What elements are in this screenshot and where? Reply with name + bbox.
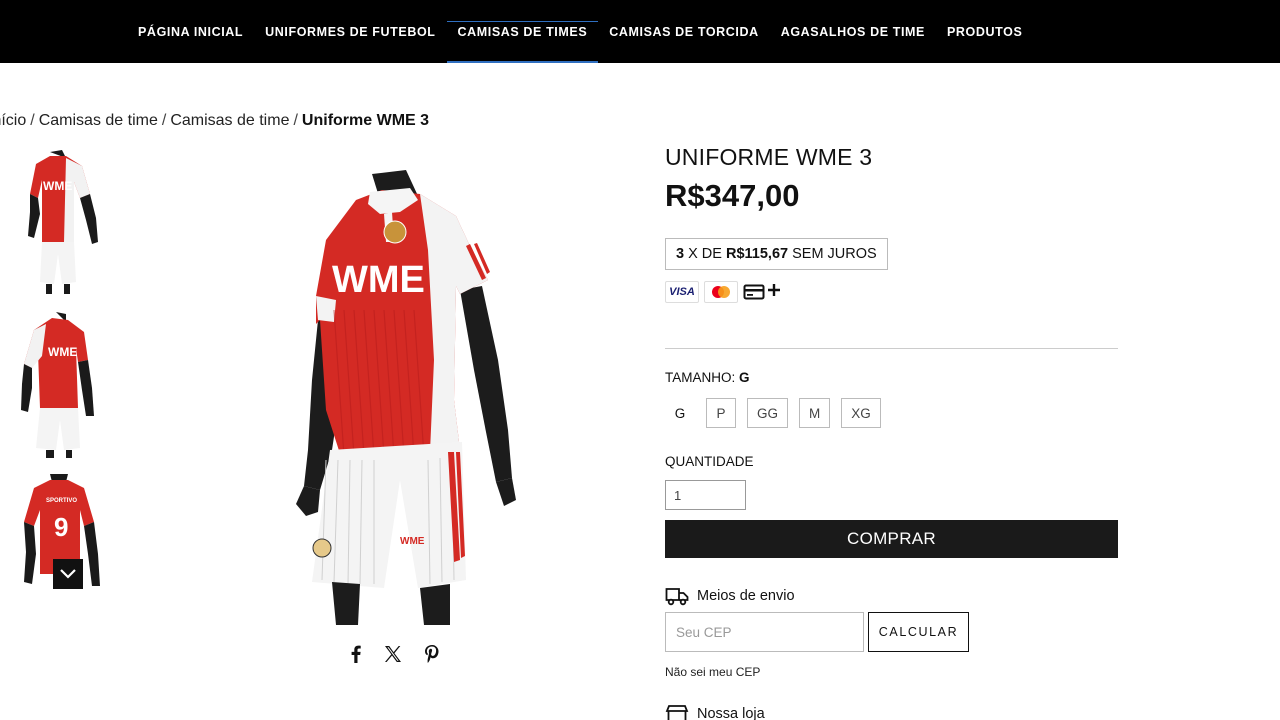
breadcrumb-subcategory-link[interactable]: Camisas de time [170, 112, 289, 129]
main-product-image[interactable]: WME WME [260, 160, 530, 625]
size-selected-value: G [739, 370, 750, 385]
size-option-p[interactable]: P [706, 398, 736, 428]
breadcrumb-category-link[interactable]: Camisas de time [39, 112, 158, 129]
buy-button[interactable]: COMPRAR [665, 520, 1118, 558]
nav-item-camisas-de-torcida[interactable]: CAMISAS DE TORCIDA [598, 0, 769, 63]
visa-icon: VISA [665, 281, 699, 303]
store-icon [665, 705, 689, 720]
payment-methods[interactable]: VISA [665, 281, 781, 303]
kit-mannequin-image: WME WME [296, 170, 516, 625]
section-divider [665, 348, 1118, 349]
size-option-m[interactable]: M [799, 398, 831, 428]
chevron-down-icon [60, 569, 76, 579]
breadcrumb-separator: / [293, 112, 298, 129]
kit-side-thumbnail: WME [21, 312, 94, 458]
thumb-logo-text: WME [43, 179, 72, 193]
credit-card-icon [743, 284, 765, 300]
truck-icon [665, 588, 689, 606]
product-price: R$347,00 [665, 178, 800, 213]
breadcrumb-separator: / [30, 112, 35, 129]
facebook-icon [351, 645, 361, 663]
kit-front-thumbnail: WME [28, 150, 98, 294]
size-option-xg[interactable]: XG [841, 398, 881, 428]
thumb-back-number: 9 [54, 512, 68, 542]
installments-count: 3 [676, 246, 685, 262]
dont-know-cep-link[interactable]: Não sei meu CEP [665, 665, 760, 679]
quantity-label: QUANTIDADE [665, 454, 754, 469]
shipping-title: Meios de envio [697, 588, 795, 604]
size-label: TAMANHO: G [665, 370, 750, 385]
shorts-logo-text: WME [400, 536, 425, 547]
installments-info-button[interactable]: 3 X DE R$115,67 SEM JUROS [665, 238, 888, 270]
size-option-gg[interactable]: GG [747, 398, 789, 428]
quantity-input[interactable] [665, 480, 746, 510]
share-facebook-button[interactable] [344, 642, 368, 666]
main-navigation: PÁGINA INICIAL UNIFORMES DE FUTEBOL CAMI… [0, 0, 1280, 63]
breadcrumb: Início/Camisas de time/Camisas de time/U… [0, 112, 429, 130]
x-icon [385, 646, 401, 662]
nav-item-agasalhos-de-time[interactable]: AGASALHOS DE TIME [770, 0, 936, 63]
nav-item-pagina-inicial[interactable]: PÁGINA INICIAL [127, 0, 254, 63]
breadcrumb-separator: / [161, 112, 167, 129]
breadcrumb-home-link[interactable]: Início [0, 112, 26, 129]
thumbnails-scroll-down-button[interactable] [53, 559, 83, 589]
share-pinterest-button[interactable] [420, 642, 444, 666]
store-title: Nossa loja [697, 706, 765, 720]
installments-mid: X DE [684, 246, 726, 262]
installments-suffix: SEM JUROS [788, 246, 877, 262]
installments-amount: R$115,67 [725, 246, 789, 262]
thumb-back-name: SPORTIVO [46, 498, 77, 504]
gallery-thumbnail-2[interactable]: WME [16, 312, 106, 458]
jersey-logo-text: WME [332, 259, 425, 301]
size-options: G P GG M XG [665, 398, 881, 428]
pinterest-icon [425, 645, 439, 663]
gallery-thumbnail-1[interactable]: WME [16, 150, 106, 294]
thumb-logo-text: WME [48, 345, 77, 359]
nav-item-camisas-de-times[interactable]: CAMISAS DE TIMES [446, 0, 599, 63]
cep-input[interactable] [665, 612, 864, 652]
shipping-header: Meios de envio [665, 586, 795, 606]
calculate-shipping-button[interactable]: CALCULAR [868, 612, 969, 652]
nav-item-produtos[interactable]: PRODUTOS [936, 0, 1033, 63]
size-label-text: TAMANHO: [665, 370, 739, 385]
breadcrumb-current: Uniforme WME 3 [301, 112, 430, 129]
size-option-g[interactable]: G [665, 398, 695, 428]
share-x-button[interactable] [381, 642, 405, 666]
plus-icon [768, 284, 780, 296]
mastercard-icon [704, 281, 738, 303]
product-title: UNIFORME WME 3 [665, 144, 873, 170]
store-header: Nossa loja [665, 704, 765, 720]
nav-item-uniformes-de-futebol[interactable]: UNIFORMES DE FUTEBOL [254, 0, 446, 63]
visa-text: VISA [669, 286, 695, 298]
